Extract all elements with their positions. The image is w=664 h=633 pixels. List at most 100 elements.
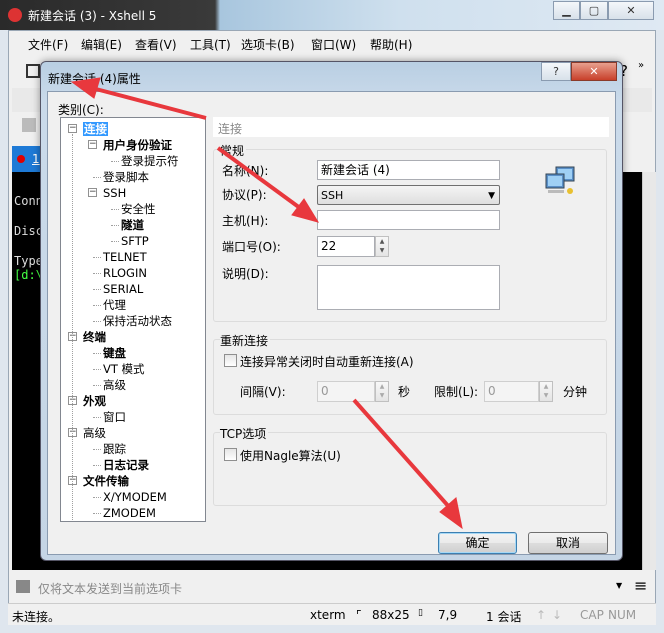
tree-connector — [93, 177, 101, 178]
side-icon — [22, 118, 36, 132]
menu-tools[interactable]: 工具(T) — [190, 36, 231, 53]
tree-connector — [111, 241, 119, 242]
port-spinner[interactable]: ▲ ▼ — [375, 236, 389, 257]
tree-item[interactable]: 高级 — [83, 426, 106, 440]
tree-connector — [93, 305, 101, 306]
nagle-checkbox[interactable] — [224, 448, 237, 461]
dialog-help-button[interactable]: ? — [541, 62, 571, 81]
terminal-size: 88x25 — [372, 608, 410, 622]
new-session-icon[interactable] — [26, 64, 40, 78]
tree-connector — [93, 497, 101, 498]
send-input[interactable]: 仅将文本发送到当前选项卡 — [38, 580, 182, 597]
xshell-logo-icon — [8, 8, 22, 22]
auto-reconnect-checkbox[interactable] — [224, 354, 237, 367]
tree-connector — [93, 273, 101, 274]
port-field[interactable]: 22 — [317, 236, 375, 257]
tree-item[interactable]: 窗口 — [103, 410, 126, 424]
tree-item[interactable]: RLOGIN — [103, 266, 147, 280]
tree-item[interactable]: 登录脚本 — [103, 170, 149, 184]
tree-connector — [111, 225, 119, 226]
window-title: 新建会话 (3) - Xshell 5 — [28, 9, 157, 23]
category-label: 类别(C): — [58, 103, 104, 117]
tree-item[interactable]: 终端 — [83, 330, 106, 344]
collapse-icon[interactable]: − — [88, 140, 97, 149]
menu-view[interactable]: 查看(V) — [135, 36, 177, 53]
more-icon[interactable]: » — [638, 60, 644, 71]
tree-item[interactable]: 保持活动状态 — [103, 314, 172, 328]
tree-item[interactable]: TELNET — [103, 250, 147, 264]
host-label: 主机(H): — [222, 214, 269, 228]
cap-indicator: CAP — [580, 608, 604, 622]
menu-help[interactable]: 帮助(H) — [370, 36, 412, 53]
ok-button[interactable]: 确定 — [438, 532, 517, 554]
cancel-button[interactable]: 取消 — [528, 532, 608, 554]
menu-icon[interactable]: ≡ — [634, 576, 647, 595]
tree-connector — [93, 449, 101, 450]
dialog-close-button[interactable]: ✕ — [571, 62, 617, 81]
tree-item[interactable]: 键盘 — [103, 346, 126, 360]
terminal-line: Type — [14, 254, 43, 268]
category-tree[interactable]: − 连接 − 用户身份验证 登录提示符 登录脚本 − SSH 安全性 隧道 SFTP TELNET RL… — [60, 117, 206, 522]
limit-label: 限制(L): — [434, 385, 479, 399]
status-dot-icon — [17, 155, 25, 163]
tcp-group-label: TCP选项 — [220, 425, 269, 442]
description-field[interactable] — [317, 265, 500, 310]
tree-item[interactable]: X/YMODEM — [103, 490, 167, 504]
tree-item[interactable]: 隧道 — [121, 218, 144, 232]
tree-item[interactable]: SSH — [103, 186, 126, 200]
tree-connector — [93, 257, 101, 258]
menu-file[interactable]: 文件(F) — [28, 36, 68, 53]
minimize-button[interactable]: ▁ — [553, 1, 580, 20]
tree-item[interactable]: SFTP — [121, 234, 149, 248]
tree-connector — [93, 513, 101, 514]
tree-item[interactable]: 日志记录 — [103, 458, 149, 472]
num-indicator: NUM — [608, 608, 637, 622]
tree-item[interactable]: 用户身份验证 — [103, 138, 172, 152]
protocol-value: SSH — [321, 189, 344, 202]
maximize-button[interactable]: ▢ — [580, 1, 608, 20]
connection-status: 未连接。 — [12, 610, 61, 624]
tab-label: 1 — [32, 152, 40, 166]
tree-item[interactable]: SERIAL — [103, 282, 143, 296]
tree-item[interactable]: 登录提示符 — [121, 154, 179, 168]
tree-item[interactable]: 外观 — [83, 394, 106, 408]
tree-item[interactable]: 连接 — [83, 122, 108, 136]
tree-item[interactable]: VT 模式 — [103, 362, 145, 376]
tree-item[interactable]: 安全性 — [121, 202, 156, 216]
terminal-scrollbar[interactable] — [642, 172, 656, 570]
name-field[interactable]: 新建会话 (4) — [317, 160, 500, 180]
menu-edit[interactable]: 编辑(E) — [81, 36, 122, 53]
arrow-down-icon: ↓ — [552, 608, 563, 622]
protocol-label: 协议(P): — [222, 188, 267, 202]
session-count: 1 会话 — [486, 610, 522, 624]
tree-item[interactable]: ZMODEM — [103, 506, 156, 520]
reconnect-group-label: 重新连接 — [220, 332, 271, 349]
window-titlebar: 新建会话 (3) - Xshell 5 ▁ ▢ ✕ — [0, 0, 664, 30]
terminal-line: Conn — [14, 194, 43, 208]
collapse-icon[interactable]: − — [68, 124, 77, 133]
limit-field[interactable]: 0 — [484, 381, 539, 402]
menu-tabs[interactable]: 选项卡(B) — [241, 36, 295, 53]
collapse-icon[interactable]: − — [88, 188, 97, 197]
menu-window[interactable]: 窗口(W) — [311, 36, 356, 53]
tree-item[interactable]: 高级 — [103, 378, 126, 392]
send-dropdown-icon[interactable]: ▼ — [616, 581, 622, 590]
protocol-select[interactable]: SSH ▼ — [317, 185, 500, 205]
close-button[interactable]: ✕ — [608, 1, 654, 20]
chevron-down-icon: ▼ — [488, 191, 495, 201]
host-field[interactable] — [317, 210, 500, 230]
tree-item[interactable]: 跟踪 — [103, 442, 126, 456]
session-properties-dialog: 新建会话 (4)属性 ? ✕ 类别(C): − 连接 − 用户身份验证 登录提示符 登录脚… — [40, 61, 623, 561]
auto-reconnect-label: 连接异常关闭时自动重新连接(A) — [240, 355, 414, 369]
dialog-title: 新建会话 (4)属性 — [48, 72, 141, 86]
cursor-position: 7,9 — [438, 608, 458, 622]
tree-item[interactable]: 文件传输 — [83, 474, 129, 488]
tree-connector — [111, 209, 119, 210]
tree-item[interactable]: 代理 — [103, 298, 126, 312]
arrow-up-icon: ↑ — [536, 608, 547, 622]
interval-spinner[interactable]: ▲ ▼ — [375, 381, 389, 402]
limit-spinner[interactable]: ▲ ▼ — [539, 381, 553, 402]
interval-field[interactable]: 0 — [317, 381, 375, 402]
tree-connector — [111, 161, 119, 162]
tree-connector — [72, 134, 73, 521]
